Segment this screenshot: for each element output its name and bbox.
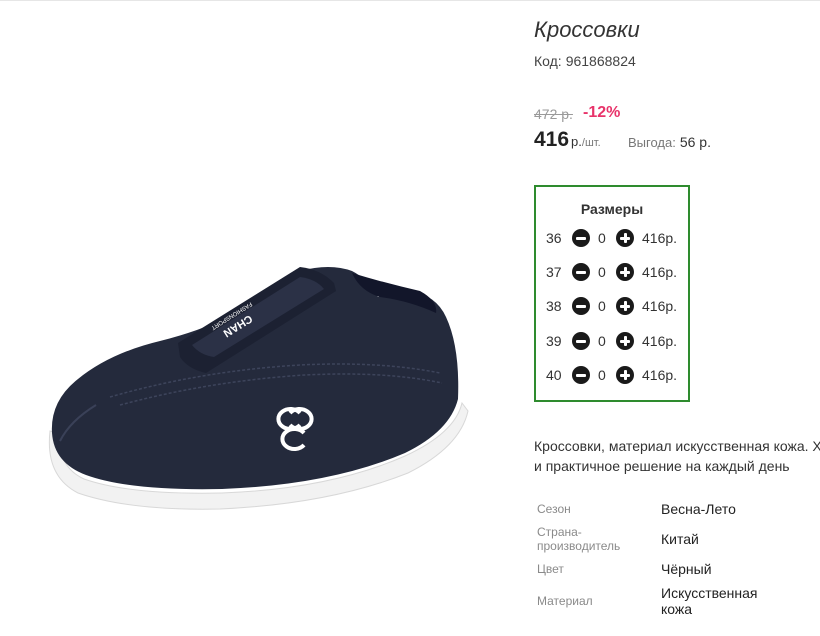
plus-circle-icon[interactable] [616,366,634,384]
sizes-panel: Размеры 36 0 416р. 37 0 416р. 38 0 416р.… [534,185,690,402]
attr-label-color: Цвет [537,562,564,576]
product-code-label: Код: [534,53,562,69]
size-price: 416р. [642,264,678,280]
size-row: 38 0 416р. [536,296,688,318]
minus-circle-icon[interactable] [572,229,590,247]
size-price: 416р. [642,298,678,314]
sneaker-photo-icon: CHAN FASHIONSPORT [48,267,469,510]
quantity-value: 0 [598,333,606,349]
product-code: Код: 961868824 [534,53,636,69]
minus-circle-icon[interactable] [572,366,590,384]
attr-label-material: Материал [537,594,593,608]
attr-label-country-line2: производитель [537,539,621,553]
size-row: 37 0 416р. [536,262,688,284]
sizes-title: Размеры [580,201,644,217]
benefit: Выгода: 56 р. [628,134,711,150]
quantity-value: 0 [598,367,606,383]
attr-label-season: Сезон [537,502,571,516]
quantity-value: 0 [598,264,606,280]
attr-value-material: Искусственная кожа [661,585,758,617]
attr-value-country: Китай [661,531,699,547]
plus-circle-icon[interactable] [616,229,634,247]
size-value: 36 [546,230,562,246]
benefit-value: 56 р. [679,134,711,150]
old-price: 472 р. [534,106,573,122]
size-value: 40 [546,367,562,383]
minus-circle-icon[interactable] [572,297,590,315]
description-line: Кроссовки, материал искусственная кожа. … [534,438,820,454]
size-price: 416р. [642,367,678,383]
size-price: 416р. [642,333,678,349]
attr-value-season: Весна-Лето [661,501,736,517]
size-price: 416р. [642,230,678,246]
size-row: 36 0 416р. [536,228,688,250]
quantity-value: 0 [598,230,606,246]
product-image[interactable]: CHAN FASHIONSPORT [0,1,520,636]
attr-label-country: Страна- производитель [537,525,620,553]
product-title: Кроссовки [534,17,640,42]
size-row: 39 0 416р. [536,331,688,353]
quantity-value: 0 [598,298,606,314]
per-unit-label: /шт. [581,137,601,149]
size-value: 37 [546,264,562,280]
product-code-value: 961868824 [565,53,636,69]
currency-label: р. [571,134,582,149]
plus-circle-icon[interactable] [616,263,634,281]
attr-value-material-line1: Искусственная [661,585,758,601]
discount-badge: -12% [583,104,621,121]
attr-value-material-line2: кожа [661,601,693,617]
size-row: 40 0 416р. [536,365,688,387]
minus-circle-icon[interactable] [572,263,590,281]
minus-circle-icon[interactable] [572,332,590,350]
plus-circle-icon[interactable] [616,297,634,315]
price-value: 416 [534,128,570,151]
plus-circle-icon[interactable] [616,332,634,350]
product-description: Кроссовки, материал искусственная кожа. … [534,436,820,478]
size-value: 39 [546,333,562,349]
description-line: и практичное решение на каждый день [534,458,790,474]
price-currency: р./шт. [571,134,601,149]
current-price: 416 р./шт. [534,128,601,152]
attr-label-country-line1: Страна- [537,525,582,539]
size-value: 38 [546,298,562,314]
attr-value-color: Чёрный [661,561,712,577]
benefit-label: Выгода: [628,135,676,150]
